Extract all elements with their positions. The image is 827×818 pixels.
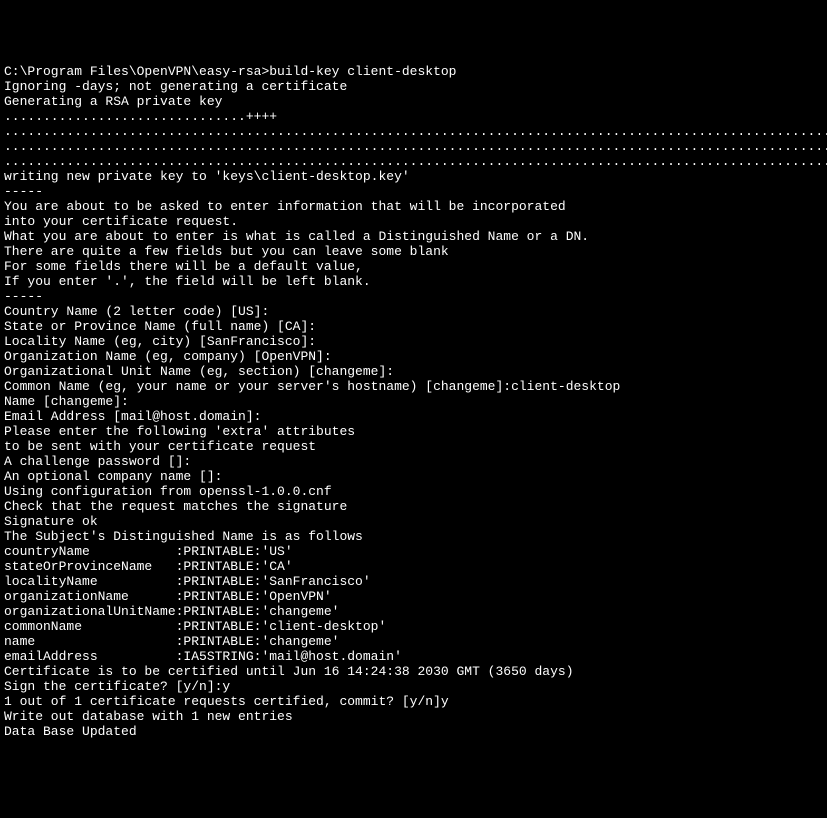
terminal-line: Organizational Unit Name (eg, section) [… — [4, 364, 823, 379]
terminal-line: Common Name (eg, your name or your serve… — [4, 379, 823, 394]
terminal-line: organizationalUnitName:PRINTABLE:'change… — [4, 604, 823, 619]
terminal-line: Email Address [mail@host.domain]: — [4, 409, 823, 424]
terminal-line: A challenge password []: — [4, 454, 823, 469]
terminal-line: ----- — [4, 184, 823, 199]
terminal-output[interactable]: C:\Program Files\OpenVPN\easy-rsa>build-… — [4, 64, 823, 739]
terminal-line: Write out database with 1 new entries — [4, 709, 823, 724]
terminal-line: What you are about to enter is what is c… — [4, 229, 823, 244]
terminal-line: State or Province Name (full name) [CA]: — [4, 319, 823, 334]
terminal-line: C:\Program Files\OpenVPN\easy-rsa>build-… — [4, 64, 823, 79]
terminal-line: 1 out of 1 certificate requests certifie… — [4, 694, 823, 709]
terminal-line: countryName :PRINTABLE:'US' — [4, 544, 823, 559]
terminal-line: Using configuration from openssl-1.0.0.c… — [4, 484, 823, 499]
terminal-line: You are about to be asked to enter infor… — [4, 199, 823, 214]
terminal-line: localityName :PRINTABLE:'SanFrancisco' — [4, 574, 823, 589]
terminal-line: For some fields there will be a default … — [4, 259, 823, 274]
terminal-line: Country Name (2 letter code) [US]: — [4, 304, 823, 319]
terminal-line: ...............................++++ — [4, 109, 823, 124]
terminal-line: organizationName :PRINTABLE:'OpenVPN' — [4, 589, 823, 604]
terminal-line: into your certificate request. — [4, 214, 823, 229]
terminal-line: ........................................… — [4, 154, 823, 169]
terminal-line: Data Base Updated — [4, 724, 823, 739]
terminal-line: Locality Name (eg, city) [SanFrancisco]: — [4, 334, 823, 349]
terminal-line: to be sent with your certificate request — [4, 439, 823, 454]
terminal-line: Ignoring -days; not generating a certifi… — [4, 79, 823, 94]
terminal-line: ----- — [4, 289, 823, 304]
terminal-line: Name [changeme]: — [4, 394, 823, 409]
terminal-line: Organization Name (eg, company) [OpenVPN… — [4, 349, 823, 364]
terminal-line: stateOrProvinceName :PRINTABLE:'CA' — [4, 559, 823, 574]
terminal-line: emailAddress :IA5STRING:'mail@host.domai… — [4, 649, 823, 664]
terminal-line: name :PRINTABLE:'changeme' — [4, 634, 823, 649]
terminal-line: writing new private key to 'keys\client-… — [4, 169, 823, 184]
terminal-line: An optional company name []: — [4, 469, 823, 484]
terminal-line: Please enter the following 'extra' attri… — [4, 424, 823, 439]
terminal-line: The Subject's Distinguished Name is as f… — [4, 529, 823, 544]
terminal-line: Certificate is to be certified until Jun… — [4, 664, 823, 679]
terminal-line: Signature ok — [4, 514, 823, 529]
terminal-line: Check that the request matches the signa… — [4, 499, 823, 514]
terminal-line: There are quite a few fields but you can… — [4, 244, 823, 259]
terminal-line: commonName :PRINTABLE:'client-desktop' — [4, 619, 823, 634]
terminal-line: Sign the certificate? [y/n]:y — [4, 679, 823, 694]
terminal-line: ........................................… — [4, 124, 823, 139]
terminal-line: If you enter '.', the field will be left… — [4, 274, 823, 289]
terminal-line: ........................................… — [4, 139, 823, 154]
terminal-line: Generating a RSA private key — [4, 94, 823, 109]
